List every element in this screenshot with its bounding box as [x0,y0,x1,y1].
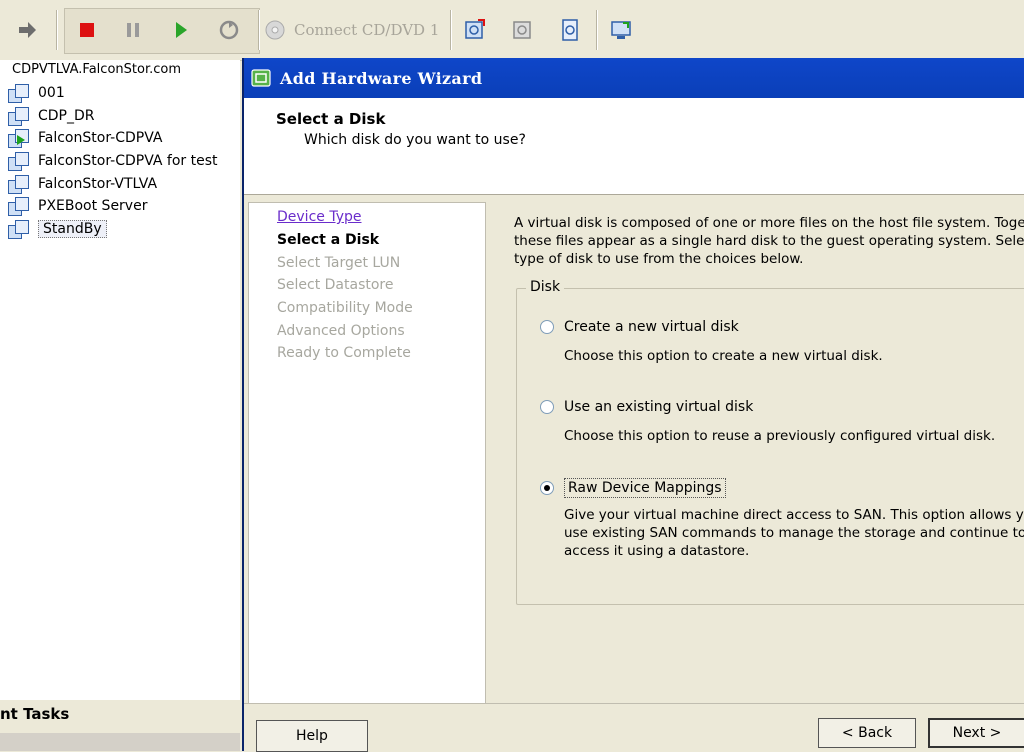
revert-icon [513,21,531,39]
suspend-button[interactable] [116,12,150,48]
pause-icon [127,23,139,37]
power-off-button[interactable] [70,12,104,48]
step-advanced-options: Advanced Options [277,323,405,339]
snapshot-manager-icon [562,19,578,41]
help-button[interactable]: Help [256,720,368,752]
tree-item-label: FalconStor-CDPVA [38,130,163,146]
page-title: Select a Disk [276,110,386,128]
tasks-bar [0,733,240,751]
add-hardware-wizard: Add Hardware Wizard Select a Disk Which … [242,58,1024,752]
option-description-line: use existing SAN commands to manage the … [564,525,1024,541]
toolbar: Connect CD/DVD 1 [0,0,1024,61]
next-button[interactable]: Next > [928,718,1024,748]
tree-item-vm[interactable]: PXEBoot Server [8,195,147,217]
use-existing-disk-radio[interactable] [540,400,554,414]
wizard-title: Add Hardware Wizard [280,68,483,88]
back-button[interactable]: < Back [818,718,916,748]
tasks-title: nt Tasks [0,705,70,723]
revert-snapshot-button[interactable] [506,12,540,48]
wizard-icon [251,69,271,87]
connect-cd-label: Connect CD/DVD 1 [294,21,440,39]
tree-item-label: PXEBoot Server [38,198,148,214]
option-description: Choose this option to reuse a previously… [564,428,996,444]
tree-item-vm-selected[interactable]: StandBy [8,218,107,240]
step-select-disk: Select a Disk [277,232,380,248]
option-description-line: Give your virtual machine direct access … [564,507,1024,523]
wizard-content: A virtual disk is composed of one or mor… [486,202,1024,703]
description-line: these files appear as a single hard disk… [514,233,1024,249]
play-icon [176,22,187,38]
snapshot-button[interactable] [458,12,492,48]
tree-item-vm[interactable]: CDP_DR [8,105,95,127]
power-on-button[interactable] [164,12,198,48]
wizard-footer: Help < Back Next > [244,703,1024,752]
toolbar-separator [596,10,598,50]
raw-device-mappings-option[interactable]: Raw Device Mappings [540,478,726,498]
description-line: type of disk to use from the choices bel… [514,251,804,267]
step-compatibility-mode: Compatibility Mode [277,300,413,316]
tree-item-label: 001 [38,85,65,101]
option-description: Choose this option to create a new virtu… [564,348,883,364]
wizard-titlebar[interactable]: Add Hardware Wizard [244,58,1024,98]
vm-icon [8,84,30,103]
toolbar-separator [258,10,260,50]
tree-item-label: CDP_DR [38,108,95,124]
option-label: Create a new virtual disk [564,319,739,335]
tree-item-vm[interactable]: FalconStor-CDPVA for test [8,150,218,172]
disk-group-label: Disk [526,279,565,295]
tree-item-label: StandBy [38,220,107,238]
console-button[interactable] [604,12,638,48]
option-label: Use an existing virtual disk [564,399,754,415]
tree-item-vm[interactable]: FalconStor-CDPVA [8,127,162,149]
create-new-disk-option[interactable]: Create a new virtual disk [540,319,739,335]
snapshot-manager-button[interactable] [554,12,588,48]
tree-item-label: FalconStor-VTLVA [38,176,158,192]
tree-item-label: FalconStor-CDPVA for test [38,153,218,169]
tree-host[interactable]: CDPVTLVA.FalconStor.com [12,62,181,77]
description-line: A virtual disk is composed of one or mor… [514,215,1024,231]
step-select-datastore: Select Datastore [277,277,394,293]
connect-cd-button[interactable]: Connect CD/DVD 1 [264,12,439,48]
vm-icon [8,175,30,194]
raw-device-mappings-radio[interactable] [540,481,554,495]
use-existing-disk-option[interactable]: Use an existing virtual disk [540,399,753,415]
step-device-type[interactable]: Device Type [277,209,362,225]
console-icon [611,21,631,39]
tree-item-vm[interactable]: 001 [8,82,65,104]
step-select-target-lun: Select Target LUN [277,255,401,271]
stop-icon [80,23,94,37]
forward-arrow-button[interactable] [10,12,44,48]
create-new-disk-radio[interactable] [540,320,554,334]
cd-icon [265,20,285,40]
vm-icon [8,197,30,216]
option-label: Raw Device Mappings [564,478,726,498]
arrow-right-icon [19,22,36,38]
toolbar-separator [450,10,452,50]
vm-icon [8,107,30,126]
vm-icon [8,152,30,171]
option-description: Give your virtual machine direct access … [564,506,1024,560]
snapshot-icon [465,19,485,39]
tree-item-vm[interactable]: FalconStor-VTLVA [8,173,157,195]
description: A virtual disk is composed of one or mor… [514,214,1024,268]
step-ready-to-complete: Ready to Complete [277,345,411,361]
page-subtitle: Which disk do you want to use? [304,132,526,148]
reset-icon [219,20,239,40]
option-description-line: access it using a datastore. [564,543,750,559]
wizard-header: Select a Disk Which disk do you want to … [244,98,1024,195]
toolbar-separator [56,10,58,50]
wizard-steps: Device Type Select a Disk Select Target … [248,202,486,705]
vm-running-icon [8,129,30,148]
reset-button[interactable] [212,12,246,48]
vm-icon [8,220,30,239]
